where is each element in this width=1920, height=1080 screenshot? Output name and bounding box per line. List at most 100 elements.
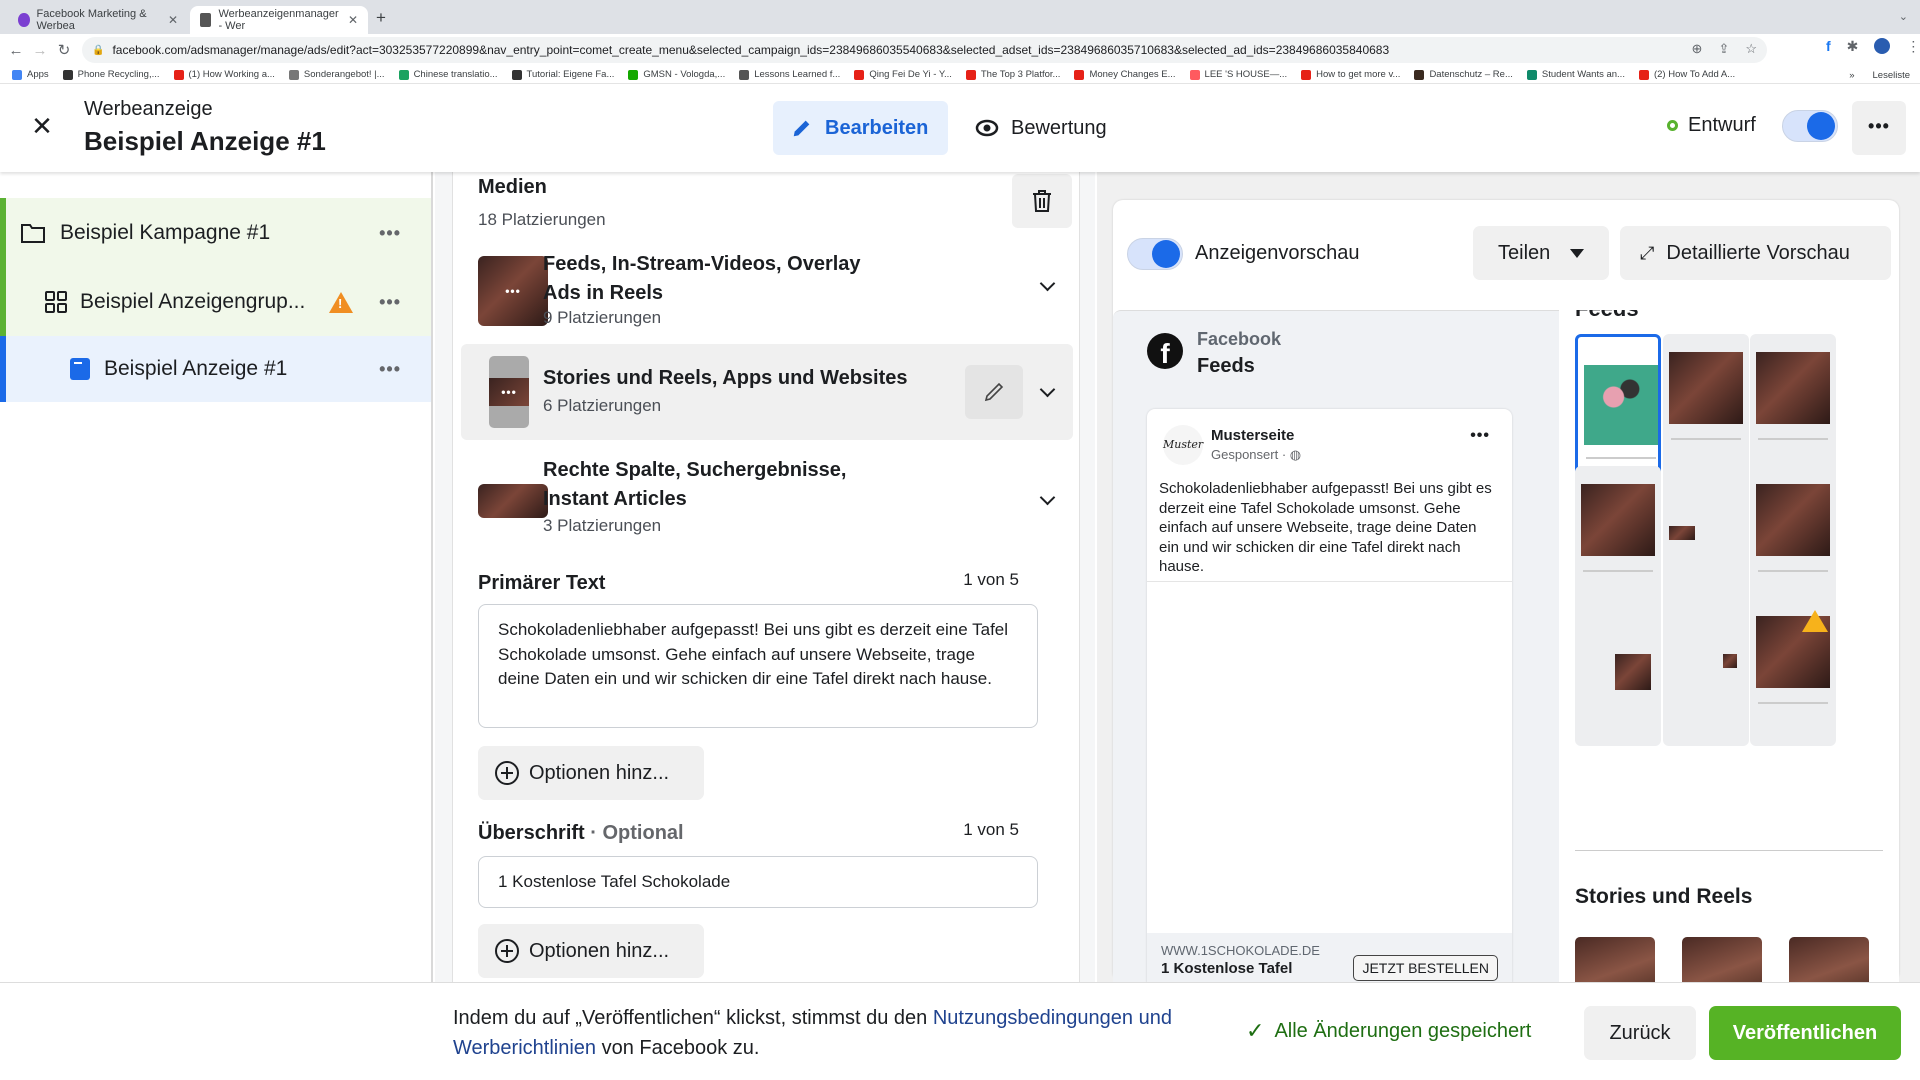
placement-row[interactable]: Rechte Spalte, Suchergebnisse, Instant Ar… — [461, 454, 1073, 550]
add-options-button[interactable]: Optionen hinz... — [478, 924, 704, 978]
tab-close-icon[interactable]: ✕ — [348, 13, 358, 27]
stories-thumbnail[interactable] — [1789, 937, 1869, 982]
new-tab-button[interactable]: + — [376, 8, 386, 28]
back-arrow-icon[interactable]: ← — [4, 42, 28, 59]
cta-button[interactable]: JETZT BESTELLEN — [1353, 955, 1498, 981]
sidebar-item-campaign[interactable]: Beispiel Kampagne #1 ••• — [0, 198, 431, 268]
placement-preview-thumbnail[interactable] — [1663, 598, 1749, 746]
stories-section-title: Stories und Reels — [1575, 885, 1753, 908]
chevron-down-icon[interactable] — [1039, 275, 1056, 292]
detailed-preview-button[interactable]: ⤢ Detaillierte Vorschau — [1620, 226, 1891, 280]
bookmark-item[interactable]: (1) How Working a... — [173, 69, 275, 80]
headline-label: Überschrift · Optional — [478, 822, 684, 844]
placement-row[interactable]: ••• Feeds, In-Stream-Videos, Overlay Ads … — [461, 244, 1073, 334]
bookmark-item[interactable]: Chinese translatio... — [398, 69, 498, 80]
placement-row[interactable]: ••• Stories und Reels, Apps und Websites… — [461, 344, 1073, 440]
bookmark-favicon-icon — [1638, 69, 1649, 80]
bookmark-item[interactable]: Money Changes E... — [1074, 69, 1176, 80]
more-icon[interactable]: ••• — [379, 292, 401, 313]
primary-text-field[interactable]: Schokoladenliebhaber aufgepasst! Bei uns… — [478, 604, 1038, 728]
bookmark-favicon-icon — [398, 69, 409, 80]
profile-avatar[interactable] — [1874, 38, 1891, 54]
delete-media-button[interactable] — [1012, 174, 1072, 228]
placement-title: Rechte Spalte, Suchergebnisse, Instant Ar… — [543, 459, 847, 510]
tab-close-icon[interactable]: ✕ — [168, 13, 178, 27]
browser-tab[interactable]: Facebook Marketing & Werbea ✕ — [8, 6, 188, 34]
share-icon[interactable]: ⇪ — [1718, 41, 1729, 57]
facebook-extension-icon[interactable]: f — [1826, 38, 1831, 55]
puzzle-extension-icon[interactable]: ✱ — [1847, 38, 1859, 55]
edit-button[interactable]: Bearbeiten — [773, 101, 948, 155]
bookmarks-bar: Apps Phone Recycling,... (1) How Working a… — [0, 66, 1920, 84]
sidebar-item-adset[interactable]: Beispiel Anzeigengrup... ••• — [0, 268, 431, 336]
editor-panel: Medien 18 Platzierungen ••• Feeds, In-St… — [435, 172, 1095, 982]
stories-thumbnail[interactable] — [1682, 937, 1762, 982]
placement-preview-thumbnail[interactable] — [1663, 466, 1749, 614]
bookmark-item[interactable]: Tutorial: Eigene Fa... — [511, 69, 614, 80]
grid-icon — [45, 291, 67, 313]
pencil-icon — [984, 382, 1004, 402]
back-button[interactable]: Zurück — [1584, 1006, 1696, 1060]
ad-active-toggle[interactable] — [1782, 110, 1838, 142]
placement-preview-thumbnail[interactable] — [1750, 598, 1836, 746]
ad-preview-toggle[interactable] — [1127, 238, 1183, 270]
reload-icon[interactable]: ↻ — [52, 41, 76, 59]
chevron-down-icon[interactable] — [1039, 381, 1056, 398]
more-icon[interactable]: ••• — [379, 359, 401, 380]
address-bar[interactable]: 🔒 facebook.com/adsmanager/manage/ads/edi… — [82, 37, 1767, 63]
tab-favicon-icon — [200, 13, 212, 27]
sidebar-item-label: Beispiel Kampagne #1 — [60, 221, 271, 244]
browser-menu-icon[interactable]: ⋮ — [1906, 38, 1920, 55]
bookmark-item[interactable]: LEE 'S HOUSE—... — [1189, 69, 1287, 80]
bookmark-item[interactable]: Datenschutz – Re... — [1414, 69, 1513, 80]
edit-placement-button[interactable] — [965, 365, 1023, 419]
primary-text-counter: 1 von 5 — [963, 570, 1019, 589]
bookmark-favicon-icon — [739, 69, 750, 80]
headline-field[interactable]: 1 Kostenlose Tafel Schokolade — [478, 856, 1038, 908]
more-icon[interactable]: ••• — [379, 223, 401, 244]
publish-button[interactable]: Veröffentlichen — [1709, 1006, 1901, 1060]
bookmark-item[interactable]: Sonderangebot! |... — [288, 69, 385, 80]
review-button[interactable]: Bewertung — [975, 101, 1107, 155]
bookmark-item[interactable]: Lessons Learned f... — [739, 69, 840, 80]
chevron-down-icon[interactable] — [1039, 489, 1056, 506]
bookmark-item[interactable]: Qing Fei De Yi - Y... — [854, 69, 952, 80]
bookmark-item[interactable]: (2) How To Add A... — [1638, 69, 1735, 80]
zoom-icon[interactable]: ⊕ — [1692, 41, 1703, 57]
bookmark-favicon-icon — [1414, 69, 1425, 80]
more-options-button[interactable]: ••• — [1852, 101, 1906, 155]
ad-post-preview: Muster Musterseite Gesponsert · ◍ ••• Sc… — [1147, 409, 1512, 983]
post-more-icon[interactable]: ••• — [1470, 427, 1490, 445]
editor-card: Medien 18 Platzierungen ••• Feeds, In-St… — [452, 172, 1080, 982]
placement-thumbnail: ••• — [489, 356, 529, 428]
placement-preview-thumbnail[interactable] — [1575, 466, 1661, 614]
url-text: facebook.com/adsmanager/manage/ads/edit?… — [112, 43, 1390, 57]
bookmark-item[interactable]: How to get more v... — [1301, 69, 1400, 80]
stories-thumbnail[interactable] — [1575, 937, 1655, 982]
browser-tab-active[interactable]: Werbeanzeigenmanager - Wer ✕ — [190, 6, 368, 34]
header-subtitle: Werbeanzeige — [84, 98, 213, 120]
sidebar-item-ad[interactable]: Beispiel Anzeige #1 ••• — [0, 336, 431, 402]
forward-arrow-icon[interactable]: → — [28, 42, 52, 59]
bookmark-item[interactable]: Phone Recycling,... — [62, 69, 160, 80]
app-header: ✕ Werbeanzeige Beispiel Anzeige #1 Bearb… — [0, 84, 1920, 172]
sidebar-item-label: Beispiel Anzeigengrup... — [80, 290, 306, 313]
share-dropdown-button[interactable]: Teilen — [1473, 226, 1609, 280]
bookmark-item[interactable]: The Top 3 Platfor... — [965, 69, 1060, 80]
bookmark-star-icon[interactable]: ☆ — [1745, 41, 1757, 57]
placement-preview-thumbnail[interactable] — [1575, 598, 1661, 746]
add-options-button[interactable]: Optionen hinz... — [478, 746, 704, 800]
placement-preview-thumbnail[interactable] — [1750, 334, 1836, 482]
bookmark-item[interactable]: Student Wants an... — [1526, 69, 1625, 80]
close-icon[interactable]: ✕ — [26, 110, 58, 142]
placement-preview-thumbnail[interactable] — [1663, 334, 1749, 482]
placement-preview-thumbnail[interactable] — [1575, 334, 1661, 482]
preview-panel: Anzeigenvorschau Teilen ⤢ Detaillierte V… — [1097, 172, 1920, 983]
reading-list-button[interactable]: Leseliste — [1873, 70, 1911, 81]
bookmark-item[interactable]: GMSN - Vologda,... — [628, 69, 725, 80]
bookmark-item[interactable]: Apps — [12, 69, 49, 80]
placement-preview-thumbnail[interactable] — [1750, 466, 1836, 614]
bookmarks-overflow-icon[interactable]: » — [1849, 70, 1854, 81]
tab-search-chevron-icon[interactable]: ⌄ — [1899, 10, 1908, 23]
placement-image — [1669, 526, 1695, 540]
